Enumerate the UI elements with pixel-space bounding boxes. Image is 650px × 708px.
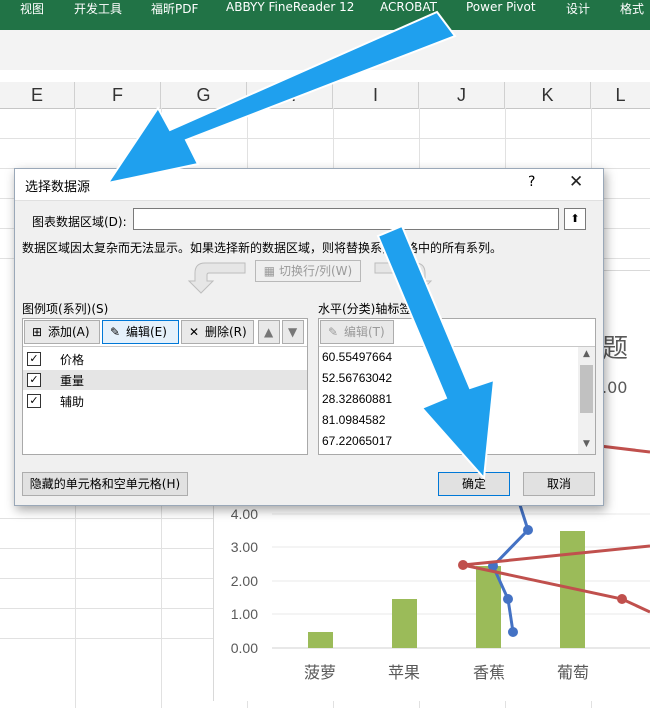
legend-entries-label: 图例项(系列)(S)	[22, 302, 109, 316]
help-icon[interactable]: ?	[528, 174, 535, 190]
list-item[interactable]: 28.32860881	[322, 392, 392, 406]
axis-labels-list[interactable]: 60.55497664 52.56763042 28.32860881 81.0…	[319, 347, 595, 454]
move-down-button[interactable]: ▼	[282, 320, 304, 344]
legend-entries-panel: ⊞ 添加(A) ✎ 编辑(E) ✕ 删除(R) ▲ ▼ ✓ 价格 ✓ 重量 ✓ 辅助	[22, 318, 308, 455]
switch-right-arrow-icon	[374, 262, 433, 294]
dialog-title: 选择数据源	[25, 180, 91, 195]
column-header-h[interactable]: H	[247, 82, 333, 109]
dialog-titlebar[interactable]: 选择数据源 ? ✕	[15, 169, 603, 201]
remove-series-label: 删除(R)	[205, 325, 247, 339]
ribbon-tab-power-pivot[interactable]: Power Pivot	[466, 0, 536, 14]
column-header-i[interactable]: I	[333, 82, 419, 109]
switch-left-arrow-icon	[187, 262, 246, 294]
scroll-up-icon[interactable]: ▲	[580, 349, 593, 359]
series-checkbox[interactable]: ✓	[27, 373, 41, 387]
add-series-label: 添加(A)	[48, 325, 90, 339]
add-icon: ⊞	[31, 325, 43, 339]
column-header-j[interactable]: J	[419, 82, 505, 109]
series-item[interactable]: ✓ 重量	[23, 370, 307, 390]
collapse-dialog-icon[interactable]: ⬆	[564, 208, 586, 230]
ribbon-tab-acrobat[interactable]: ACROBAT	[380, 0, 437, 14]
edit-series-label: 编辑(E)	[126, 325, 167, 339]
edit-axis-labels-label: 编辑(T)	[344, 325, 385, 339]
ribbon-tabs: 视图 开发工具 福昕PDF ABBYY FineReader 12 ACROBA…	[0, 0, 650, 30]
move-up-button[interactable]: ▲	[258, 320, 280, 344]
axis-labels-label: 水平(分类)轴标签(C)	[318, 302, 430, 316]
chart-range-label: 图表数据区域(D):	[32, 215, 127, 229]
ribbon-tab-developer[interactable]: 开发工具	[74, 0, 122, 17]
column-header-e[interactable]: E	[0, 82, 75, 109]
list-item[interactable]: 60.55497664	[322, 350, 392, 364]
switch-row-column-button[interactable]: ▦ 切换行/列(W)	[255, 260, 361, 282]
ribbon-tab-abbyy[interactable]: ABBYY FineReader 12	[226, 0, 354, 14]
scroll-thumb[interactable]	[580, 365, 593, 413]
chart-value-fragment: .00	[602, 378, 628, 397]
ribbon-tab-design[interactable]: 设计	[566, 0, 590, 17]
series-item[interactable]: ✓ 价格	[23, 349, 307, 369]
formula-bar-area	[0, 30, 650, 71]
series-item[interactable]: ✓ 辅助	[23, 391, 307, 411]
edit-icon: ✎	[109, 325, 121, 339]
add-series-button[interactable]: ⊞ 添加(A)	[24, 320, 100, 344]
edit-series-button[interactable]: ✎ 编辑(E)	[102, 320, 179, 344]
chart-range-input[interactable]	[133, 208, 559, 230]
ribbon-tab-format[interactable]: 格式	[620, 0, 644, 17]
ribbon-tab-view[interactable]: 视图	[20, 0, 44, 17]
close-icon[interactable]: ✕	[569, 172, 583, 192]
edit-axis-labels-button[interactable]: ✎ 编辑(T)	[320, 320, 394, 344]
chart-title-fragment: 题	[602, 334, 629, 364]
ok-button[interactable]: 确定	[438, 472, 510, 496]
axis-labels-scrollbar[interactable]: ▲ ▼	[578, 347, 595, 454]
series-name: 价格	[60, 353, 85, 367]
edit-icon: ✎	[327, 325, 339, 339]
range-warning-text: 数据区域因太复杂而无法显示。如果选择新的数据区域，则将替换系列窗格中的所有系列。	[22, 241, 503, 255]
switch-icon: ▦	[263, 264, 276, 278]
hidden-empty-cells-button[interactable]: 隐藏的单元格和空单元格(H)	[22, 472, 188, 496]
remove-series-button[interactable]: ✕ 删除(R)	[181, 320, 254, 344]
column-header-l[interactable]: L	[591, 82, 650, 109]
series-checkbox[interactable]: ✓	[27, 394, 41, 408]
list-item[interactable]: 67.22065017	[322, 434, 392, 448]
divider	[23, 346, 307, 347]
scroll-down-icon[interactable]: ▼	[580, 439, 593, 449]
ribbon-tab-foxit-pdf[interactable]: 福昕PDF	[151, 0, 198, 17]
column-header-k[interactable]: K	[505, 82, 591, 109]
grid-line	[0, 138, 650, 139]
switch-row-column-label: 切换行/列(W)	[278, 264, 353, 278]
series-checkbox[interactable]: ✓	[27, 352, 41, 366]
cancel-button[interactable]: 取消	[523, 472, 595, 496]
axis-labels-panel: ✎ 编辑(T) 60.55497664 52.56763042 28.328608…	[318, 318, 596, 455]
list-item[interactable]: 52.56763042	[322, 371, 392, 385]
column-header-f[interactable]: F	[75, 82, 161, 109]
select-data-source-dialog: 选择数据源 ? ✕ 图表数据区域(D): ⬆ 数据区域因太复杂而无法显示。如果选…	[14, 168, 604, 506]
series-name: 重量	[60, 374, 85, 388]
remove-icon: ✕	[188, 325, 200, 339]
list-item[interactable]: 81.0984582	[322, 413, 385, 427]
column-header-g[interactable]: G	[161, 82, 247, 109]
series-name: 辅助	[60, 395, 85, 409]
